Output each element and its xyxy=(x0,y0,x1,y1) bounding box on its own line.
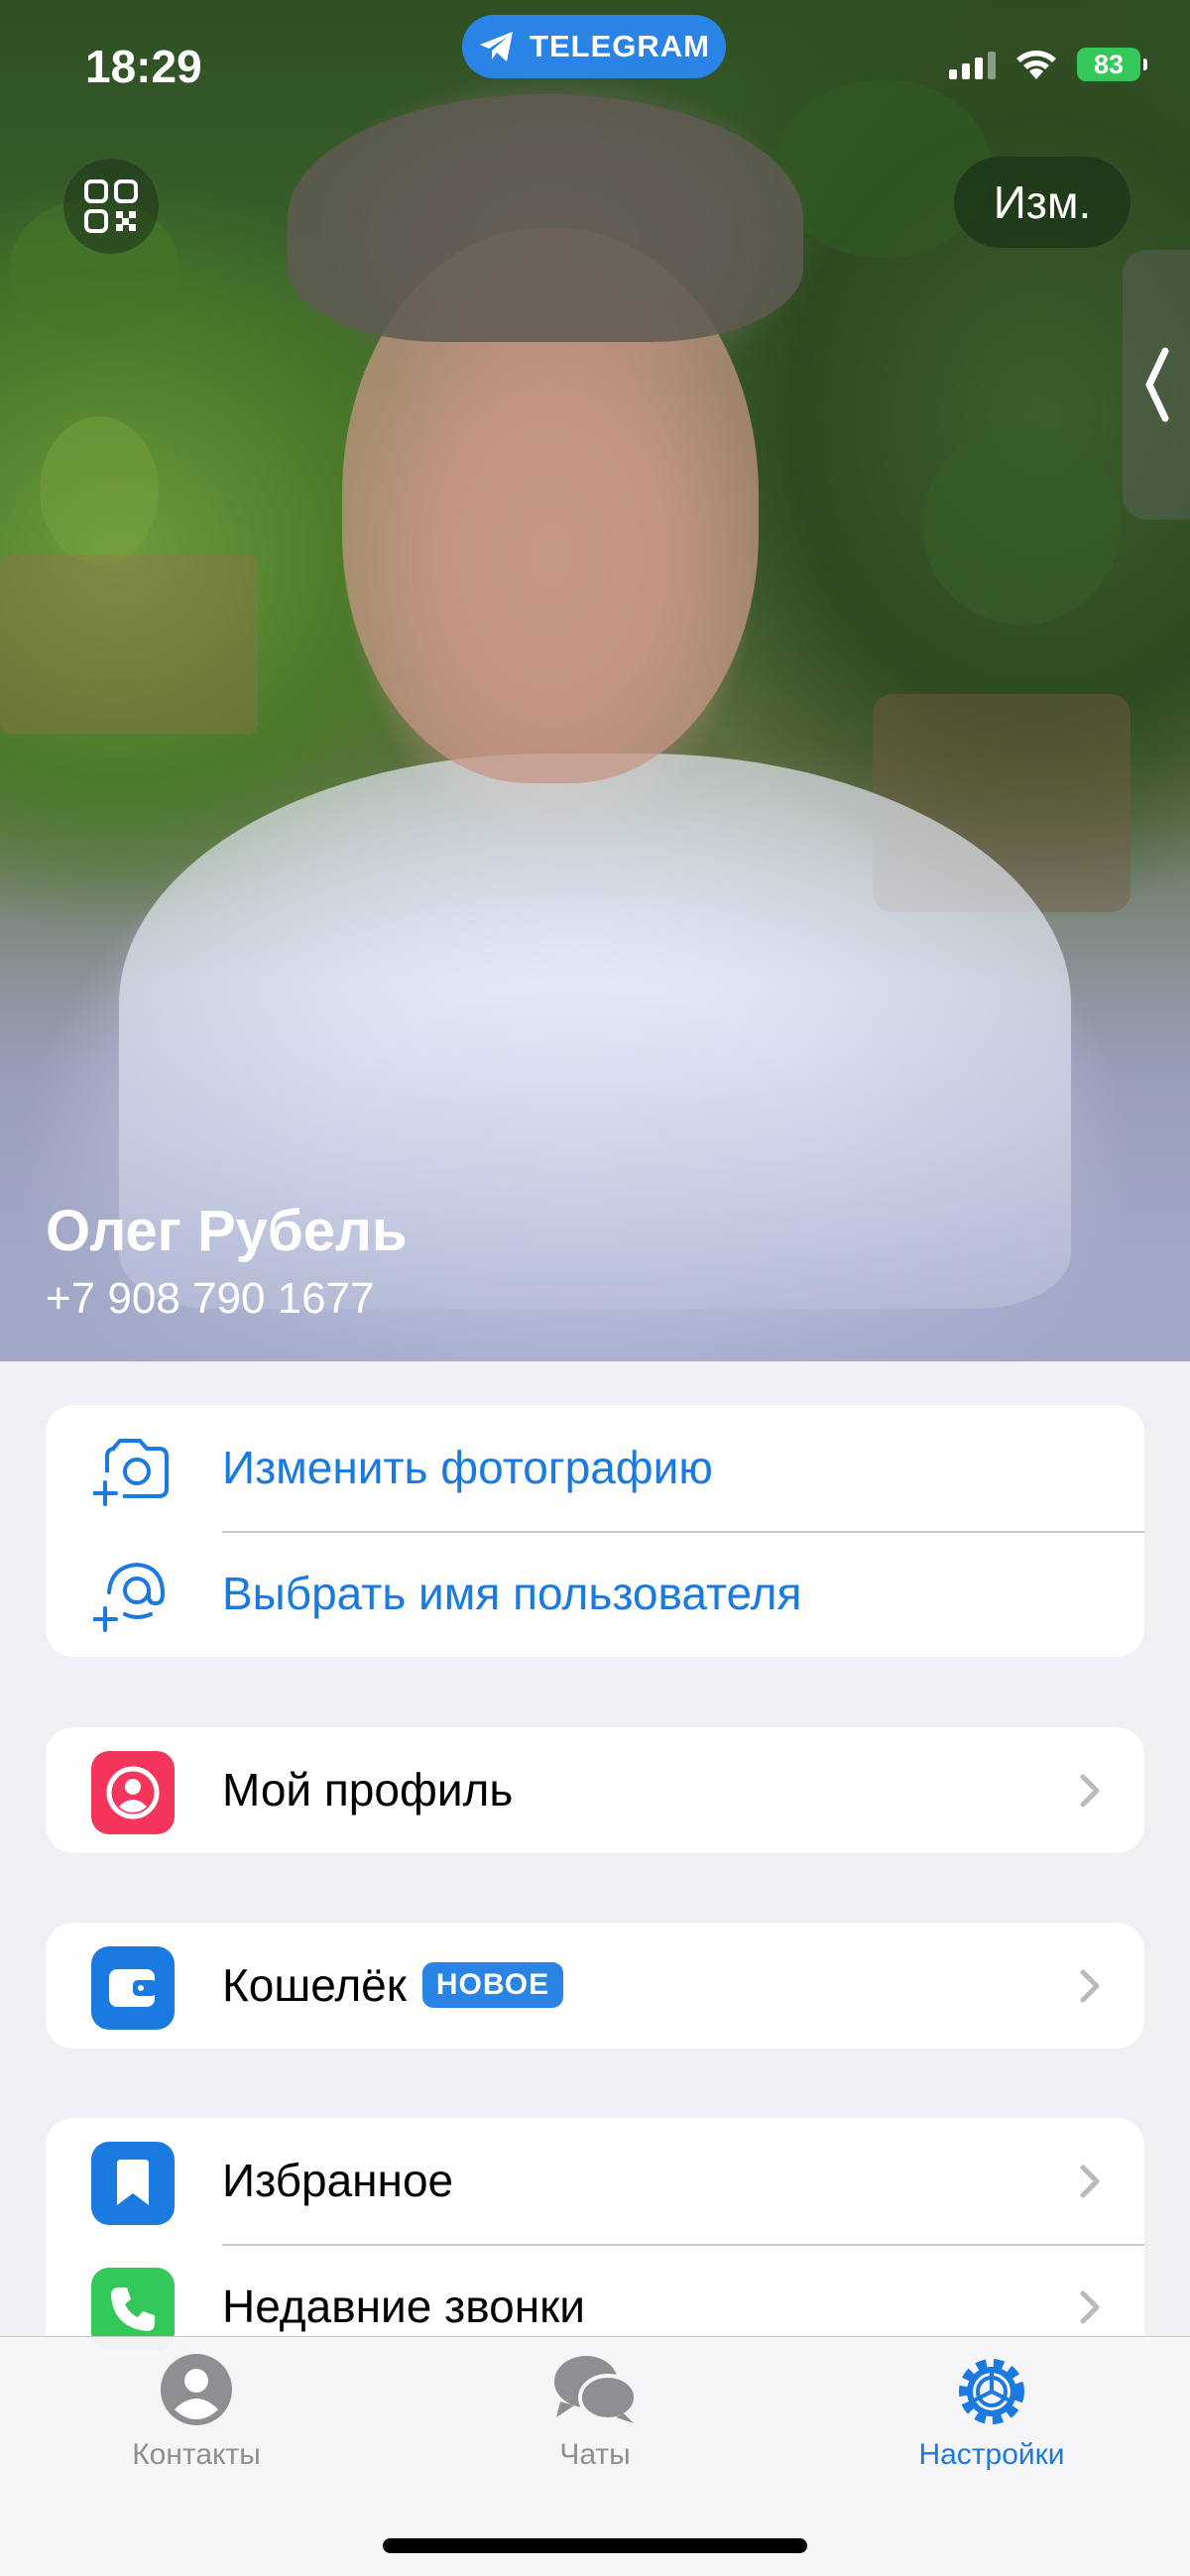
status-icons: 83 xyxy=(949,48,1147,81)
person-icon xyxy=(91,1751,175,1834)
wallet-group: Кошелёк НОВОЕ xyxy=(46,1923,1144,2049)
choose-username-label: Выбрать имя пользователя xyxy=(222,1568,802,1619)
chat-bubbles-icon xyxy=(554,2356,638,2423)
person-circle-icon xyxy=(161,2354,232,2425)
qr-code-icon xyxy=(84,179,138,233)
gear-icon xyxy=(959,2359,1024,2424)
home-indicator[interactable] xyxy=(383,2538,807,2553)
photo-fence xyxy=(0,555,258,734)
photo-foliage xyxy=(922,426,1121,625)
signal-icon xyxy=(949,50,996,79)
battery-level: 83 xyxy=(1093,49,1125,79)
app-pill[interactable]: TELEGRAM xyxy=(462,15,726,78)
chevron-left-icon xyxy=(1145,347,1169,422)
wifi-icon xyxy=(1016,51,1056,79)
photo-actions-group: Изменить фотографию Выбрать имя пользова… xyxy=(46,1405,1144,1657)
profile-name: Олег Рубель xyxy=(46,1199,408,1263)
new-badge: НОВОЕ xyxy=(421,1961,564,2008)
photo-foliage xyxy=(40,416,159,565)
qr-code-button[interactable] xyxy=(63,159,159,254)
chevron-right-icon xyxy=(1080,2290,1100,2324)
change-photo-row[interactable]: Изменить фотографию xyxy=(46,1405,1144,1531)
side-handle[interactable] xyxy=(1123,250,1190,520)
telegram-icon xyxy=(480,32,514,61)
tab-contacts-label: Контакты xyxy=(132,2438,261,2471)
profile-group: Мой профиль xyxy=(46,1727,1144,1853)
wallet-label-wrap: Кошелёк НОВОЕ xyxy=(222,1923,564,2049)
change-photo-label: Изменить фотографию xyxy=(222,1442,713,1493)
chevron-right-icon xyxy=(1080,1774,1100,1808)
wallet-icon xyxy=(91,1946,175,2030)
my-profile-label: Мой профиль xyxy=(222,1764,514,1815)
wallet-row[interactable]: Кошелёк НОВОЕ xyxy=(46,1923,1144,2049)
battery-icon: 83 xyxy=(1077,48,1147,81)
app-pill-label: TELEGRAM xyxy=(530,29,710,63)
profile-phone: +7 908 790 1677 xyxy=(46,1274,375,1323)
choose-username-row[interactable]: Выбрать имя пользователя xyxy=(46,1531,1144,1657)
tab-settings-label: Настройки xyxy=(918,2438,1065,2471)
at-add-icon xyxy=(91,1555,175,1638)
edit-button[interactable]: Изм. xyxy=(954,157,1130,248)
camera-add-icon xyxy=(91,1429,175,1512)
tab-chats-label: Чаты xyxy=(559,2438,631,2471)
chevron-right-icon xyxy=(1080,2165,1100,2198)
favorites-label: Избранное xyxy=(222,2155,454,2206)
my-profile-row[interactable]: Мой профиль xyxy=(46,1727,1144,1853)
status-time: 18:29 xyxy=(85,41,202,92)
chevron-right-icon xyxy=(1080,1969,1100,2003)
wallet-label: Кошелёк xyxy=(222,1959,407,2011)
bookmark-icon xyxy=(91,2142,175,2225)
photo-foliage xyxy=(774,79,992,258)
photo-hair xyxy=(288,94,803,342)
favorites-row[interactable]: Избранное xyxy=(46,2118,1144,2244)
